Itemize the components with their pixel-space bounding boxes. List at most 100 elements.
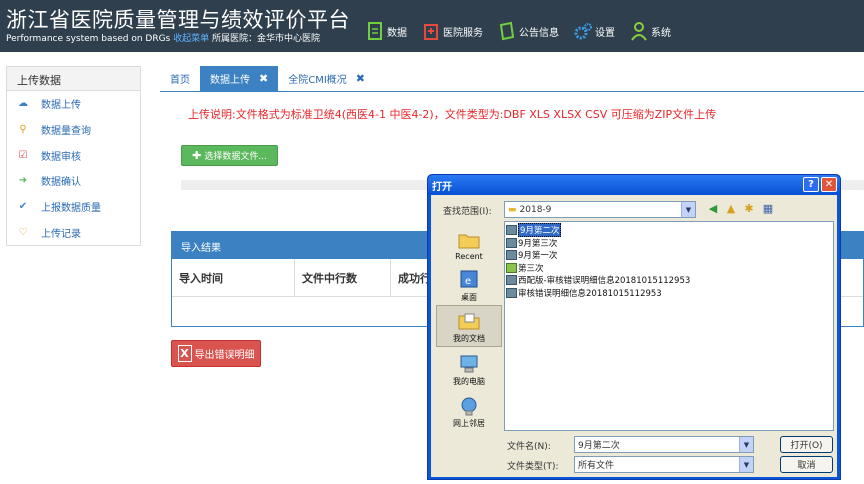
file-name: 9月第二次	[518, 223, 562, 238]
tab-bar: 首页 数据上传 ✖ 全院CMI概况 ✖	[160, 66, 375, 91]
export-errors-button[interactable]: X 导出错误明细	[171, 340, 261, 367]
filetype-value: 所有文件	[578, 461, 615, 471]
tab-hospital-cmi[interactable]: 全院CMI概况 ✖	[278, 66, 375, 91]
file-icon	[506, 262, 517, 273]
tab-data-upload[interactable]: 数据上传 ✖	[200, 66, 279, 91]
file-icon	[506, 287, 517, 298]
choose-file-label: 选择数据文件...	[204, 152, 267, 162]
recent-folder-icon	[458, 234, 480, 249]
sidebar: 上传数据 ☁ 数据上传 ⚲ 数据量查询 ☑ 数据审核 ➜ 数据确认 ✔ 上报数据…	[6, 66, 141, 246]
check-icon: ✔	[18, 201, 28, 213]
sidebar-item-data-confirm[interactable]: ➜ 数据确认	[7, 168, 140, 194]
file-item[interactable]: 审核错误明细信息20181015112953	[506, 287, 832, 300]
file-item[interactable]: 西配版-审核错误明细信息20181015112953	[506, 274, 832, 287]
file-name: 第三次	[518, 263, 544, 274]
sidebar-item-label: 数据审核	[41, 151, 81, 163]
dialog-body: 查找范围(I): ▬ 2018-9 ▼ ◀ ▲ ✱ ▦ Recent e 桌面 …	[431, 195, 837, 477]
close-icon[interactable]: ✖	[356, 72, 365, 85]
place-my-computer[interactable]: 我的电脑	[436, 347, 502, 389]
cloud-upload-icon: ☁	[18, 98, 28, 110]
sidebar-item-label: 数据量查询	[41, 126, 91, 138]
close-icon[interactable]: ✖	[259, 72, 268, 85]
place-recent[interactable]: Recent	[436, 221, 502, 263]
new-folder-icon[interactable]: ✱	[742, 202, 756, 216]
sidebar-item-upload-records[interactable]: ♡ 上传记录	[7, 219, 140, 245]
topnav-system[interactable]: 系统	[630, 21, 671, 41]
lookin-value: 2018-9	[519, 204, 552, 215]
place-desktop[interactable]: e 桌面	[436, 263, 502, 305]
file-item[interactable]: 第三次	[506, 262, 832, 275]
checkbox-icon: ☑	[18, 149, 28, 161]
sidebar-item-label: 上报数据质量	[41, 203, 101, 215]
heart-icon: ♡	[18, 226, 28, 238]
dialog-title: 打开	[432, 181, 452, 193]
column-header: 文件中行数	[295, 259, 391, 296]
place-my-documents[interactable]: 我的文档	[436, 305, 502, 347]
file-icon	[506, 275, 517, 286]
file-item[interactable]: 9月第二次	[506, 223, 832, 238]
tab-label: 首页	[170, 75, 190, 86]
dialog-window-buttons: ? ✕	[801, 177, 837, 192]
subtitle-text: Performance system based on DRGs	[6, 34, 171, 44]
app-title: 浙江省医院质量管理与绩效评价平台	[6, 8, 350, 32]
topnav-label: 公告信息	[519, 27, 559, 39]
folder-icon: ▬	[508, 204, 517, 215]
dialog-titlebar[interactable]: 打开	[428, 175, 840, 195]
filename-field[interactable]: 9月第二次 ▼	[574, 436, 754, 453]
sidebar-item-label: 数据确认	[41, 177, 81, 189]
filename-label: 文件名(N):	[507, 442, 551, 452]
desktop-icon: e	[460, 270, 478, 288]
topnav-announcements[interactable]: 公告信息	[498, 21, 559, 41]
column-header: 导入时间	[172, 259, 295, 296]
topnav-data[interactable]: 数据	[366, 21, 407, 41]
place-label: 我的电脑	[453, 377, 485, 386]
places-bar: Recent e 桌面 我的文档 我的电脑 网上邻居	[436, 221, 502, 451]
file-name: 9月第一次	[518, 251, 558, 262]
place-network[interactable]: 网上邻居	[436, 389, 502, 431]
file-list: 9月第二次 9月第三次 9月第一次 第三次 西配版-审核错误明细信息201810…	[504, 221, 834, 431]
app-subtitle: Performance system based on DRGs 收起菜单 所属…	[6, 31, 320, 44]
tab-home[interactable]: 首页	[160, 66, 200, 91]
export-label: 导出错误明细	[194, 350, 255, 361]
topnav-label: 系统	[651, 27, 671, 39]
collapse-menu-link[interactable]: 收起菜单	[173, 34, 209, 44]
filetype-select[interactable]: 所有文件 ▼	[574, 456, 754, 473]
topnav-settings[interactable]: 设置	[574, 21, 615, 41]
sign-in-icon: ➜	[18, 175, 28, 187]
tab-label: 全院CMI概况	[288, 75, 347, 86]
sidebar-item-report-quality[interactable]: ✔ 上报数据质量	[7, 194, 140, 220]
lookin-select[interactable]: ▬ 2018-9 ▼	[504, 201, 696, 218]
open-file-dialog: 打开 ? ✕ 查找范围(I): ▬ 2018-9 ▼ ◀ ▲ ✱ ▦ Recen…	[427, 174, 841, 480]
my-computer-icon	[460, 355, 478, 373]
topnav-label: 设置	[595, 27, 615, 39]
view-menu-icon[interactable]: ▦	[759, 202, 777, 216]
back-icon[interactable]: ◀	[706, 202, 720, 216]
user-icon	[631, 22, 647, 41]
up-folder-icon[interactable]: ▲	[724, 202, 738, 216]
file-item[interactable]: 9月第一次	[506, 249, 832, 262]
file-name: 西配版-审核错误明细信息20181015112953	[518, 276, 691, 287]
place-label: Recent	[455, 252, 483, 261]
chevron-down-icon: ▼	[739, 457, 753, 472]
search-icon: ⚲	[19, 124, 27, 136]
sidebar-item-data-query[interactable]: ⚲ 数据量查询	[7, 117, 140, 143]
choose-file-button[interactable]: ✚ 选择数据文件...	[181, 145, 278, 166]
filetype-label: 文件类型(T):	[507, 462, 559, 472]
file-icon	[506, 237, 517, 248]
file-icon	[506, 250, 517, 261]
dialog-close-button[interactable]: ✕	[821, 177, 837, 192]
sidebar-item-data-audit[interactable]: ☑ 数据审核	[7, 142, 140, 168]
lookin-label: 查找范围(I):	[443, 207, 492, 217]
open-button[interactable]: 打开(O)	[780, 436, 833, 453]
sidebar-item-label: 数据上传	[41, 100, 81, 112]
place-label: 桌面	[461, 293, 477, 302]
place-label: 我的文档	[453, 334, 485, 343]
file-icon	[506, 225, 517, 236]
sidebar-item-data-upload[interactable]: ☁ 数据上传	[7, 91, 140, 117]
help-button[interactable]: ?	[803, 177, 819, 192]
file-item[interactable]: 9月第三次	[506, 237, 832, 250]
topnav-label: 数据	[387, 27, 407, 39]
cancel-button[interactable]: 取消	[780, 456, 833, 473]
top-nav: 数据 医院服务 公告信息 设置 系统	[366, 21, 686, 41]
topnav-hospital-service[interactable]: 医院服务	[422, 21, 483, 41]
